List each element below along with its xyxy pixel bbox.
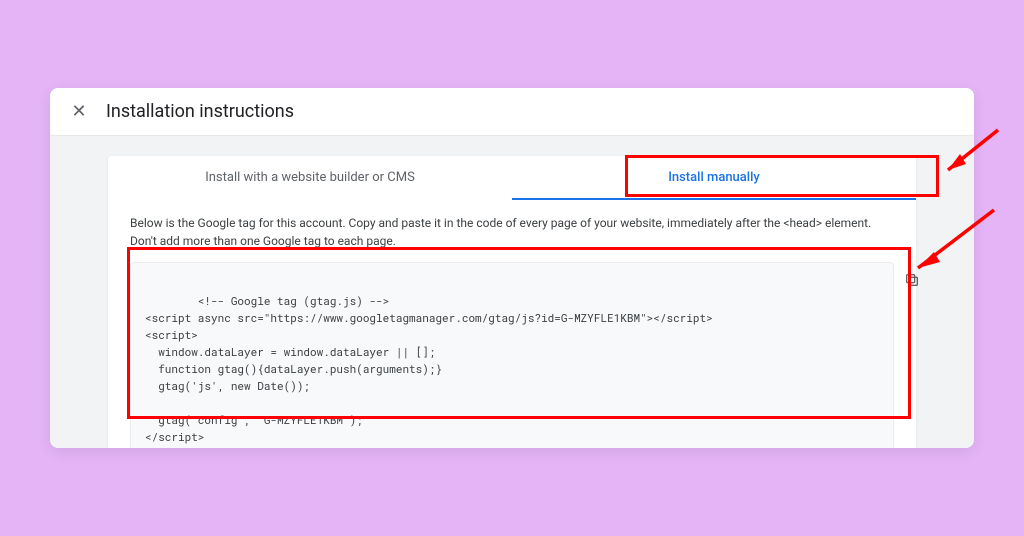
copy-icon [824,255,919,309]
copy-button[interactable] [861,271,883,293]
modal-window: ✕ Installation instructions Install with… [50,88,974,448]
close-button[interactable]: ✕ [64,97,94,127]
tab-install-manually[interactable]: Install manually [512,156,916,200]
tab-body: Below is the Google tag for this account… [108,200,916,448]
tab-label: Install with a website builder or CMS [205,170,415,185]
code-snippet-text: <!-- Google tag (gtag.js) --> <script as… [145,293,713,444]
close-icon: ✕ [71,101,86,122]
tab-label: Install manually [668,170,760,185]
content-card: Install with a website builder or CMS In… [108,156,916,448]
tab-install-cms[interactable]: Install with a website builder or CMS [108,156,512,200]
modal-header: ✕ Installation instructions [50,88,974,136]
code-snippet-box: <!-- Google tag (gtag.js) --> <script as… [130,262,894,448]
tab-row: Install with a website builder or CMS In… [108,156,916,200]
instructions-text: Below is the Google tag for this account… [130,214,894,250]
modal-title: Installation instructions [106,101,294,122]
